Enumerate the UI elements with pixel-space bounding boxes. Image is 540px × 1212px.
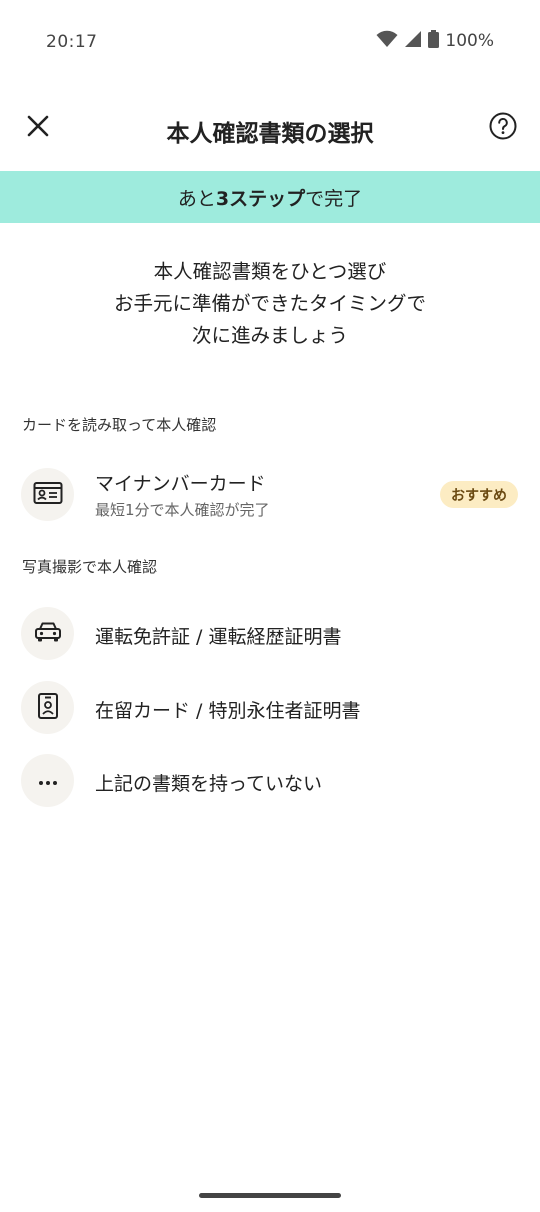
status-time: 20:17	[46, 32, 98, 52]
doc-icon-circle	[21, 607, 74, 660]
steps-prefix: あと	[177, 187, 216, 210]
status-icons: 100%	[376, 30, 494, 52]
doc-title: 上記の書類を持っていない	[95, 773, 323, 795]
help-icon	[489, 112, 517, 144]
doc-title: マイナンバーカード	[95, 473, 266, 495]
signal-icon	[404, 30, 422, 52]
doc-icon-circle	[21, 681, 74, 734]
doc-item-residence-card[interactable]: 在留カード / 特別永住者証明書	[0, 680, 540, 740]
residence-card-icon	[37, 692, 59, 724]
home-indicator[interactable]	[199, 1193, 341, 1198]
wifi-icon	[376, 30, 398, 52]
car-icon	[34, 621, 62, 647]
intro-line: お手元に準備ができたタイミングで	[113, 292, 426, 315]
steps-count: 3ステップ	[215, 187, 306, 210]
more-icon	[37, 771, 59, 790]
id-card-icon	[33, 481, 63, 509]
app-header: 本人確認書類の選択	[0, 100, 540, 160]
doc-title: 在留カード / 特別永住者証明書	[95, 700, 361, 722]
doc-item-no-document[interactable]: 上記の書類を持っていない	[0, 753, 540, 813]
doc-icon-circle	[21, 754, 74, 807]
battery-icon	[428, 30, 440, 52]
doc-item-drivers-license[interactable]: 運転免許証 / 運転経歴証明書	[0, 606, 540, 666]
status-bar: 20:17 100%	[0, 0, 540, 88]
battery-percent: 100%	[445, 31, 494, 51]
intro-line: 本人確認書類をひとつ選び	[153, 260, 387, 283]
steps-banner: あと 3ステップ で完了	[0, 171, 540, 223]
doc-item-my-number-card[interactable]: マイナンバーカード 最短1分で本人確認が完了 おすすめ	[0, 467, 540, 527]
section-label-photo: 写真撮影で本人確認	[22, 558, 158, 576]
recommended-badge: おすすめ	[440, 481, 518, 508]
section-label-card-reading: カードを読み取って本人確認	[22, 416, 217, 434]
page-title: 本人確認書類の選択	[166, 121, 374, 147]
intro-line: 次に進みましょう	[191, 324, 348, 347]
doc-icon-circle	[21, 468, 74, 521]
intro-text: 本人確認書類をひとつ選び お手元に準備ができたタイミングで 次に進みましょう	[0, 256, 540, 352]
doc-title: 運転免許証 / 運転経歴証明書	[95, 626, 342, 648]
help-button[interactable]	[488, 112, 518, 144]
doc-subtitle: 最短1分で本人確認が完了	[95, 501, 270, 519]
steps-suffix: で完了	[305, 187, 363, 210]
